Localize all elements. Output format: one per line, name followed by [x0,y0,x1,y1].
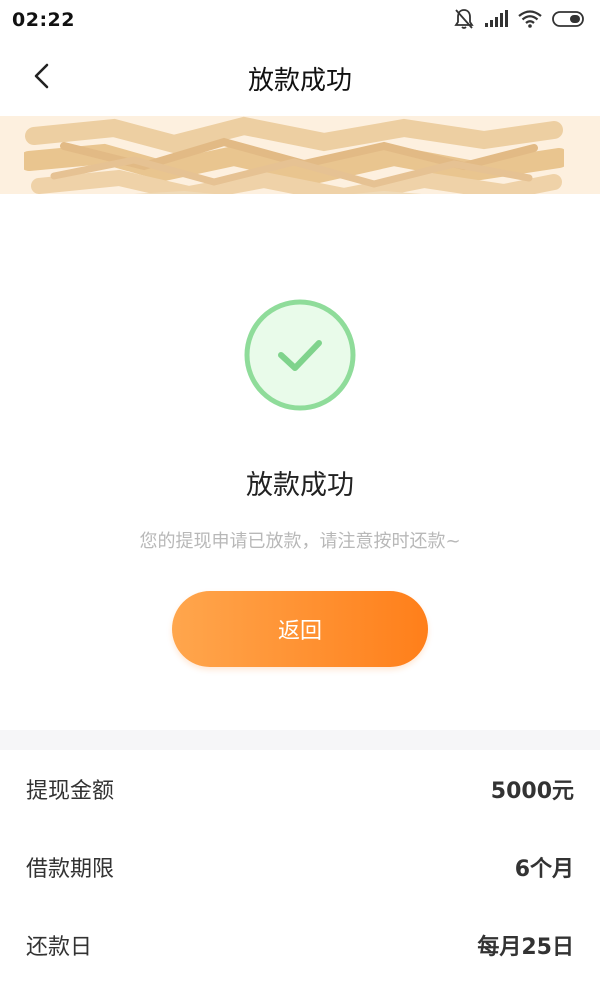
success-title: 放款成功 [246,470,354,501]
battery-icon [552,10,586,32]
detail-value: 6个月 [514,857,574,882]
detail-label: 借款期限 [26,857,115,882]
wifi-icon [518,10,542,32]
signal-icon [484,10,508,32]
detail-label: 还款日 [26,935,93,960]
notice-banner [0,116,600,194]
bell-muted-icon [454,8,474,34]
check-circle-icon [244,299,356,411]
detail-row-repayment-day: 还款日 每月25日 [0,906,600,984]
nav-bar: 放款成功 [0,42,600,116]
loan-detail-list: 提现金额 5000元 借款期限 6个月 还款日 每月25日 [0,750,600,984]
section-divider [0,730,600,750]
detail-label: 提现金额 [26,779,115,804]
detail-row-amount: 提现金额 5000元 [0,750,600,828]
detail-row-term: 借款期限 6个月 [0,828,600,906]
status-bar: 02:22 [0,0,600,42]
redacted-scribble [24,116,564,194]
status-time: 02:22 [12,9,75,31]
detail-value: 5000元 [490,779,574,804]
return-button[interactable]: 返回 [172,591,428,667]
detail-value: 每月25日 [477,935,574,960]
status-icons [454,8,586,34]
page-title: 放款成功 [247,66,352,96]
success-description: 您的提现申请已放款，请注意按时还款~ [139,531,461,552]
